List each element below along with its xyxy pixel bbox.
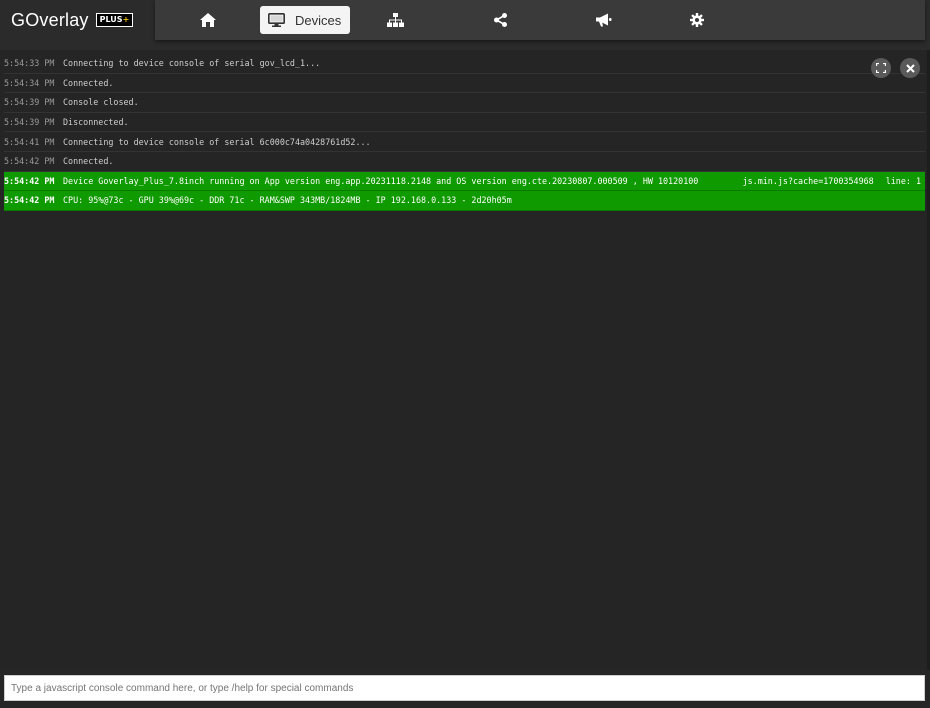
console-row: 5:54:41 PM Connecting to device console o… — [4, 132, 925, 152]
row-timestamp: 5:54:34 PM — [4, 77, 55, 88]
main-nav: Devices — [155, 0, 925, 40]
row-message: Connecting to device console of serial g… — [63, 58, 321, 69]
row-timestamp: 5:54:41 PM — [4, 136, 55, 147]
close-icon — [905, 63, 915, 73]
row-timestamp: 5:54:42 PM — [4, 195, 55, 206]
row-message: Connecting to device console of serial 6… — [63, 136, 371, 147]
nav-settings[interactable] — [689, 6, 705, 34]
row-message: Console closed. — [63, 97, 139, 108]
badge-accent: + — [122, 15, 130, 24]
row-timestamp: 5:54:33 PM — [4, 58, 55, 69]
nav-announce[interactable] — [594, 6, 612, 34]
row-timestamp: 5:54:42 PM — [4, 175, 55, 186]
console-row: 5:54:34 PM Connected. — [4, 74, 925, 94]
home-icon — [200, 13, 216, 27]
nav-devices[interactable]: Devices — [260, 6, 351, 34]
row-source-line: line: 1 — [885, 175, 921, 186]
console-row: 5:54:33 PM Connecting to device console o… — [4, 54, 925, 74]
monitor-icon — [268, 13, 285, 27]
fullscreen-icon — [876, 63, 886, 73]
row-message: Connected. — [63, 77, 114, 88]
row-message: Disconnected. — [63, 117, 129, 128]
gear-icon — [690, 13, 704, 27]
nav-devices-label: Devices — [295, 12, 342, 28]
fullscreen-button[interactable] — [871, 58, 891, 78]
nav-home[interactable] — [199, 6, 217, 34]
device-console: 5:54:33 PM Connecting to device console o… — [0, 50, 930, 670]
row-source-file[interactable]: js.min.js?cache=1700354968 — [743, 176, 874, 186]
row-message: Connected. — [63, 156, 114, 167]
brand-name: GOverlay — [11, 9, 89, 30]
nav-network[interactable] — [386, 6, 404, 34]
console-row-highlighted: 5:54:42 PM Device Goverlay_Plus_7.8inch r… — [4, 171, 925, 192]
share-icon — [493, 13, 507, 27]
console-row: 5:54:39 PM Disconnected. — [4, 113, 925, 133]
console-row-highlighted: 5:54:42 PM CPU: 95%@73c - GPU 39%@69c - D… — [4, 191, 925, 211]
close-button[interactable] — [900, 58, 920, 78]
plus-badge: PLUS+ — [95, 13, 134, 27]
console-row: 5:54:39 PM Console closed. — [4, 93, 925, 113]
bullhorn-icon — [595, 13, 611, 27]
row-timestamp: 5:54:39 PM — [4, 97, 55, 108]
sitemap-icon — [386, 13, 404, 27]
row-message: CPU: 95%@73c - GPU 39%@69c - DDR 71c - R… — [63, 195, 512, 206]
top-bar: GOverlay PLUS+ Devices — [0, 0, 930, 50]
row-source[interactable]: js.min.js?cache=1700354968 line: 1 — [743, 176, 921, 186]
console-command-input[interactable] — [4, 675, 925, 701]
console-row: 5:54:42 PM Connected. — [4, 152, 925, 172]
nav-share[interactable] — [492, 6, 508, 34]
console-log: 5:54:33 PM Connecting to device console o… — [4, 54, 925, 211]
row-timestamp: 5:54:39 PM — [4, 117, 55, 128]
row-timestamp: 5:54:42 PM — [4, 156, 55, 167]
brand-logo[interactable]: GOverlay PLUS+ — [0, 0, 155, 40]
badge-main: PLUS — [99, 15, 123, 24]
